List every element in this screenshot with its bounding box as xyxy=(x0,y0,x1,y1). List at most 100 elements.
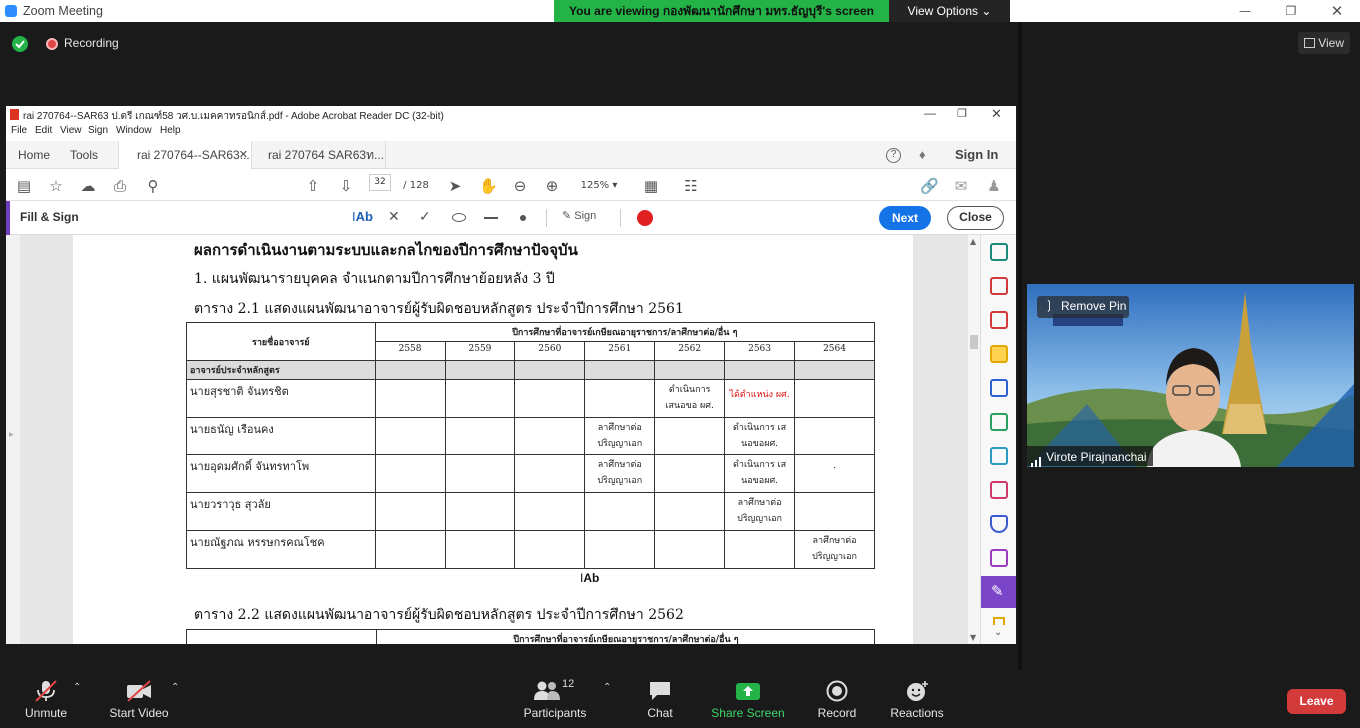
participant-name: Virote Pirajnanchai xyxy=(1046,450,1147,464)
view-options-button[interactable]: View Options ⌄ xyxy=(889,0,1010,22)
print-icon[interactable]: ⎙ xyxy=(111,177,129,195)
share-banner: You are viewing กองพัฒนานักศึกษา มทร.ธัญ… xyxy=(554,0,889,22)
page-down-icon[interactable]: ⇩ xyxy=(337,177,355,195)
view-options-label: View Options xyxy=(907,4,979,18)
close-icon[interactable]: ✕ xyxy=(1314,0,1360,22)
chevron-down-icon: ⌄ xyxy=(981,4,992,18)
ellipse-tool-icon[interactable] xyxy=(452,213,466,222)
protect-shield-icon[interactable] xyxy=(990,515,1008,533)
zoom-in-icon[interactable]: ⊕ xyxy=(543,177,561,195)
view-button[interactable]: View xyxy=(1298,32,1350,54)
tab-home[interactable]: Home xyxy=(18,141,50,169)
menu-help[interactable]: Help xyxy=(160,125,181,136)
year-header: 2564 xyxy=(794,341,875,361)
menu-view[interactable]: View xyxy=(60,125,82,136)
prepare-form-icon[interactable] xyxy=(990,549,1008,567)
video-options-chevron-icon[interactable]: ⌃ xyxy=(171,682,179,693)
acrobat-menubar: File Edit View Sign Window Help xyxy=(6,123,1016,141)
participant-video-tile[interactable]: ❳ Remove Pin Virote Pirajnanchai xyxy=(1027,284,1354,467)
fill-sign-tool-active[interactable]: ✎ xyxy=(981,576,1016,608)
participants-button[interactable]: 12 Participants xyxy=(520,678,590,720)
bookmark-star-icon[interactable]: ☆ xyxy=(47,177,65,195)
unmute-button[interactable]: Unmute xyxy=(18,680,74,720)
sign-tool[interactable]: ✎ Sign xyxy=(562,209,596,222)
reactions-button[interactable]: Reactions xyxy=(888,680,946,720)
create-pdf-icon[interactable] xyxy=(990,243,1008,261)
share-screen-button[interactable]: Share Screen xyxy=(710,680,786,720)
add-text-tool[interactable]: IAb xyxy=(352,209,373,224)
more-tools-icon[interactable] xyxy=(993,617,1005,625)
sign-in-button[interactable]: Sign In xyxy=(955,141,998,169)
line-tool-icon[interactable] xyxy=(484,217,498,219)
plan-cell: ดำเนินการ เสนอขอผศ. xyxy=(724,454,796,493)
page-fit-icon[interactable]: ▦ xyxy=(642,177,660,195)
color-picker-dot[interactable] xyxy=(637,210,653,226)
comment-icon[interactable] xyxy=(990,345,1008,363)
link-icon[interactable]: 🔗 xyxy=(920,177,939,195)
table-row: นายสุรชาติ จันทรชิต ดำเนินการ เสนอขอ ผศ.… xyxy=(186,379,875,418)
menu-file[interactable]: File xyxy=(11,125,27,136)
tab-document-1[interactable]: rai 270764--SAR63... ✕ xyxy=(118,141,252,169)
zoom-level[interactable]: 125% ▾ xyxy=(577,177,621,195)
minimize-icon[interactable]: — xyxy=(1222,0,1268,22)
menu-edit[interactable]: Edit xyxy=(35,125,52,136)
notification-bell-icon[interactable]: ♦ xyxy=(919,147,926,162)
compress-pdf-icon[interactable] xyxy=(990,413,1008,431)
scroll-thumb[interactable] xyxy=(970,335,978,349)
record-icon xyxy=(824,680,850,702)
organize-pages-icon[interactable] xyxy=(990,277,1008,295)
text-cursor-overlay: IAb xyxy=(580,571,599,585)
start-video-button[interactable]: Start Video xyxy=(106,680,172,720)
record-button[interactable]: Record xyxy=(815,680,859,720)
save-icon[interactable]: ▤ xyxy=(15,177,33,195)
page-number-input[interactable]: 32 xyxy=(369,174,391,191)
scroll-down-icon[interactable]: ▼ xyxy=(970,633,976,642)
meeting-controls-bar: Unmute ⌃ Start Video ⌃ 12 Participants ⌃… xyxy=(0,670,1360,728)
security-shield-icon[interactable] xyxy=(12,36,28,52)
close-button[interactable]: Close xyxy=(947,206,1004,230)
dot-tool-icon[interactable] xyxy=(520,215,526,221)
participants-options-chevron-icon[interactable]: ⌃ xyxy=(603,682,611,693)
hand-tool-icon[interactable]: ✋ xyxy=(479,177,498,195)
edit-pdf-icon[interactable] xyxy=(990,481,1008,499)
maximize-icon[interactable]: ❐ xyxy=(1268,0,1314,22)
cross-mark-icon[interactable]: ✕ xyxy=(388,208,400,225)
leave-button[interactable]: Leave xyxy=(1287,689,1346,714)
export-pdf-icon[interactable] xyxy=(990,311,1008,329)
help-icon[interactable]: ? xyxy=(886,148,901,163)
combine-files-icon[interactable] xyxy=(990,379,1008,397)
acrobat-restore-icon[interactable]: ❐ xyxy=(957,107,967,120)
email-icon[interactable]: ✉ xyxy=(952,177,970,195)
next-button[interactable]: Next xyxy=(879,206,931,230)
left-panel-toggle[interactable]: ▸ xyxy=(6,235,20,644)
scroll-up-icon[interactable]: ▲ xyxy=(970,237,976,246)
panel-divider[interactable] xyxy=(1018,22,1022,670)
pen-icon: ✎ xyxy=(562,210,572,222)
plan-table-2562: ปีการศึกษาที่อาจารย์เกษียณอายุราชการ/ลาศ… xyxy=(186,629,875,644)
pdf-page: ผลการดำเนินงานตามระบบและกลไกของปีการศึกษ… xyxy=(73,235,913,644)
check-mark-icon[interactable]: ✓ xyxy=(419,208,431,225)
tab-tools[interactable]: Tools xyxy=(70,141,98,169)
sign-tool-label: Sign xyxy=(574,210,597,222)
add-user-icon[interactable]: ♟ xyxy=(985,177,1003,195)
remove-pin-button[interactable]: ❳ Remove Pin xyxy=(1037,296,1129,318)
select-cursor-icon[interactable]: ➤ xyxy=(446,177,464,195)
scan-ocr-icon[interactable] xyxy=(990,447,1008,465)
acrobat-close-icon[interactable]: ✕ xyxy=(991,106,1002,122)
audio-options-chevron-icon[interactable]: ⌃ xyxy=(73,682,81,693)
vertical-scrollbar[interactable]: ▲ ▼ xyxy=(968,235,980,644)
grid-icon xyxy=(1304,38,1315,48)
rail-expand-icon[interactable]: ⌄ xyxy=(994,627,1002,638)
page-up-icon[interactable]: ⇧ xyxy=(304,177,322,195)
zoom-out-icon[interactable]: ⊖ xyxy=(511,177,529,195)
menu-sign[interactable]: Sign xyxy=(88,125,108,136)
tab-document-2[interactable]: rai 270764 SAR63ท... xyxy=(268,141,386,169)
upload-cloud-icon[interactable]: ☁ xyxy=(79,177,97,195)
scroll-mode-icon[interactable]: ☷ xyxy=(682,177,700,195)
chat-button[interactable]: Chat xyxy=(640,680,680,720)
tab-close-icon[interactable]: ✕ xyxy=(239,141,248,169)
participants-icon: 12 xyxy=(532,678,578,700)
search-icon[interactable]: ⚲ xyxy=(144,177,162,195)
acrobat-minimize-icon[interactable]: — xyxy=(924,106,936,120)
menu-window[interactable]: Window xyxy=(116,125,152,136)
